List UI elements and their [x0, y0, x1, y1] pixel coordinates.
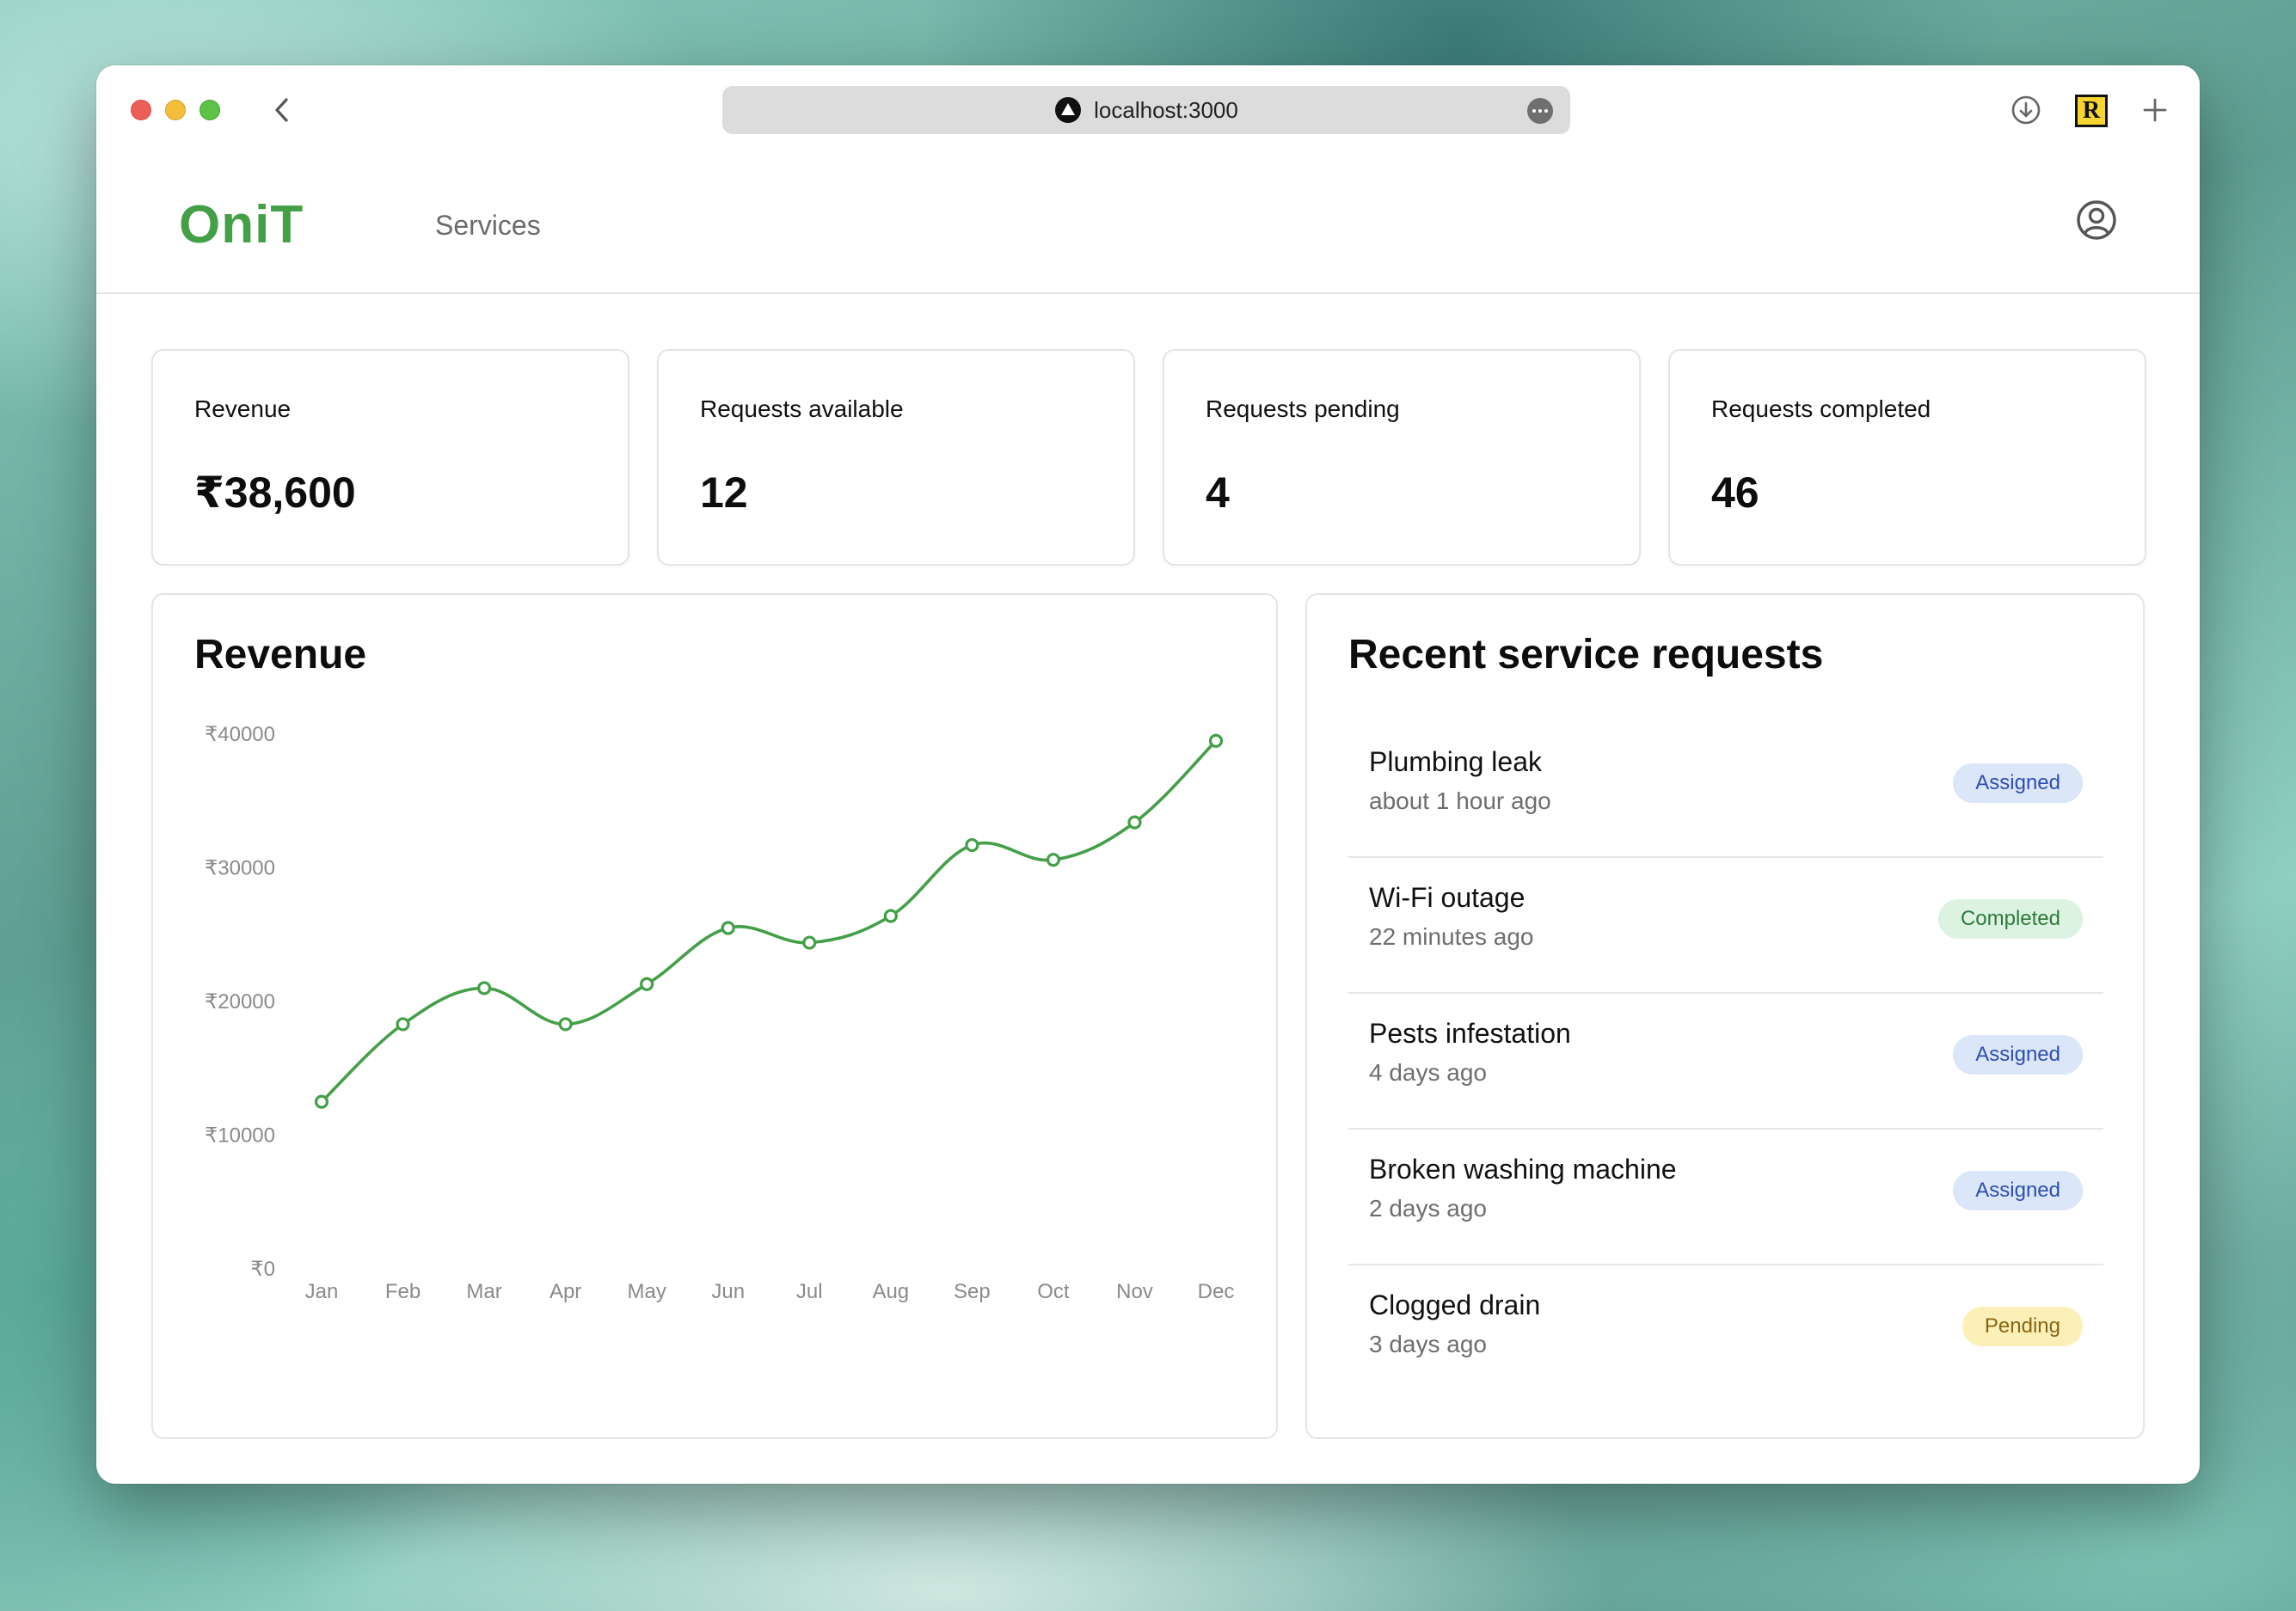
stat-value: 4	[1206, 469, 1230, 517]
data-point[interactable]	[965, 837, 979, 853]
download-icon	[2011, 95, 2041, 125]
stat-label: Requests completed	[1711, 395, 1931, 422]
stat-label: Revenue	[194, 395, 292, 422]
stat-label: Requests available	[700, 395, 904, 422]
data-point[interactable]	[314, 1094, 329, 1109]
app-logo[interactable]: OniT	[179, 194, 304, 255]
request-time: 4 days ago	[1369, 1059, 1487, 1086]
request-item[interactable]: Pests infestation 4 days ago Assigned	[1348, 994, 2103, 1130]
revenue-series-line	[320, 739, 1218, 1103]
user-circle-icon	[2077, 200, 2116, 240]
x-tick-label: Aug	[872, 1280, 909, 1303]
back-button[interactable]	[265, 93, 299, 127]
minimize-window-button[interactable]	[165, 100, 186, 120]
data-point[interactable]	[396, 1017, 410, 1032]
data-point[interactable]	[476, 981, 492, 995]
x-tick-label: Apr	[549, 1280, 581, 1303]
downloads-button[interactable]	[2007, 91, 2045, 129]
app-header: OniT Services	[96, 151, 2200, 294]
request-item[interactable]: Clogged drain 3 days ago Pending	[1348, 1265, 2103, 1401]
status-badge: Assigned	[1953, 1035, 2083, 1075]
x-tick-label: Sep	[954, 1280, 991, 1303]
y-tick-label: ₹40000	[205, 723, 275, 746]
x-tick-label: Feb	[385, 1280, 421, 1303]
x-tick-label: May	[628, 1280, 666, 1303]
x-tick-label: Jan	[305, 1280, 339, 1303]
site-favicon-icon	[1055, 97, 1082, 123]
data-point[interactable]	[558, 1017, 573, 1032]
status-badge: Assigned	[1953, 763, 2083, 803]
extension-r-icon[interactable]: R	[2075, 95, 2108, 127]
stat-label: Requests pending	[1206, 395, 1400, 422]
request-title: Pests infestation	[1369, 1018, 1571, 1049]
y-tick-label: ₹0	[250, 1258, 275, 1281]
request-item[interactable]: Plumbing leak about 1 hour ago Assigned	[1348, 722, 2103, 858]
x-tick-label: Oct	[1037, 1280, 1070, 1303]
request-time: 22 minutes ago	[1369, 923, 1534, 950]
data-point[interactable]	[640, 977, 654, 991]
x-tick-label: Jul	[796, 1280, 823, 1303]
request-time: about 1 hour ago	[1369, 787, 1551, 814]
page-menu-icon[interactable]	[1527, 98, 1553, 124]
request-item[interactable]: Wi-Fi outage 22 minutes ago Completed	[1348, 858, 2103, 994]
requests-panel: Recent service requests Plumbing leak ab…	[1305, 593, 2145, 1439]
chevron-left-icon	[275, 98, 288, 122]
data-point[interactable]	[802, 935, 817, 950]
stat-card-requests-pending: Requests pending 4	[1163, 349, 1641, 566]
data-point[interactable]	[883, 909, 898, 923]
zoom-window-button[interactable]	[200, 100, 220, 120]
data-point[interactable]	[1127, 815, 1142, 830]
stat-card-requests-available: Requests available 12	[657, 349, 1135, 566]
address-bar[interactable]: localhost:3000	[722, 86, 1570, 134]
stat-value: ₹38,600	[194, 469, 356, 517]
request-time: 2 days ago	[1369, 1195, 1487, 1222]
y-tick-label: ₹10000	[205, 1124, 275, 1148]
stat-card-requests-completed: Requests completed 46	[1668, 349, 2146, 566]
nav-link-services[interactable]: Services	[435, 210, 541, 242]
y-tick-label: ₹20000	[205, 990, 275, 1014]
request-title: Clogged drain	[1369, 1289, 1541, 1320]
close-window-button[interactable]	[131, 100, 151, 120]
x-tick-label: Nov	[1116, 1280, 1153, 1303]
y-tick-label: ₹30000	[205, 857, 275, 880]
revenue-line-chart: ₹0 ₹10000 ₹20000 ₹30000 ₹40000 Jan Feb Mar Apr Ma…	[205, 723, 1235, 1303]
status-badge: Pending	[1961, 1307, 2083, 1346]
request-title: Plumbing leak	[1369, 746, 1542, 777]
data-point[interactable]	[721, 921, 735, 935]
plus-icon	[2143, 98, 2167, 122]
revenue-panel: Revenue ₹0 ₹10000 ₹20000 ₹30000 ₹40000 Jan Feb…	[151, 593, 1278, 1439]
browser-window: localhost:3000 R OniT Services Revenue ₹…	[96, 65, 2200, 1484]
new-tab-button[interactable]	[2136, 91, 2174, 129]
data-point[interactable]	[1046, 853, 1061, 867]
url-text: localhost:3000	[1094, 96, 1238, 123]
stat-card-revenue: Revenue ₹38,600	[151, 349, 629, 566]
x-tick-label: Dec	[1198, 1280, 1235, 1303]
request-title: Wi-Fi outage	[1369, 882, 1526, 913]
request-item[interactable]: Broken washing machine 2 days ago Assign…	[1348, 1130, 2103, 1265]
status-badge: Completed	[1937, 899, 2083, 939]
data-point[interactable]	[1208, 733, 1224, 748]
profile-button[interactable]	[2074, 198, 2119, 242]
request-time: 3 days ago	[1369, 1331, 1487, 1357]
stat-value: 46	[1711, 469, 1759, 517]
x-tick-label: Mar	[466, 1280, 501, 1303]
stat-value: 12	[700, 469, 748, 517]
request-title: Broken washing machine	[1369, 1154, 1677, 1185]
x-tick-label: Jun	[711, 1280, 745, 1303]
panel-title: Recent service requests	[1348, 632, 1824, 677]
browser-toolbar: localhost:3000 R	[96, 65, 2200, 151]
status-badge: Assigned	[1953, 1171, 2083, 1210]
